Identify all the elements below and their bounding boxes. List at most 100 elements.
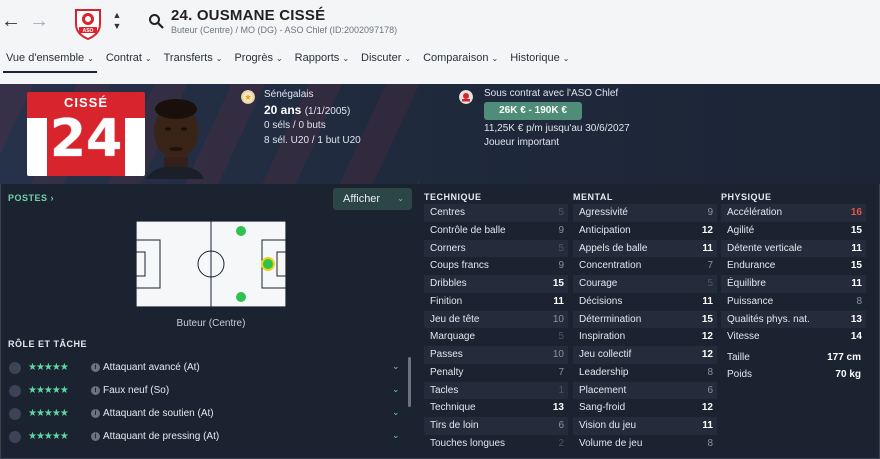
chevron-down-icon[interactable]: ⌄ xyxy=(392,361,400,372)
attribute-row[interactable]: Vitesse 14 xyxy=(721,328,866,346)
player-subtitle: Buteur (Centre) / MO (DG) - ASO Chlef (I… xyxy=(171,25,398,35)
attribute-row[interactable]: Détente verticale 11 xyxy=(721,239,866,258)
attribute-value: 8 xyxy=(707,437,713,449)
attribute-row[interactable]: Volume de jeu 8 xyxy=(573,435,717,453)
info-icon[interactable]: i xyxy=(91,363,100,372)
tab-reports[interactable]: Rapports ⌄ xyxy=(289,50,355,70)
role-name: Faux neuf (So) xyxy=(103,385,170,396)
info-icon[interactable]: i xyxy=(91,409,100,418)
attribute-row[interactable]: Endurance 15 xyxy=(721,257,866,275)
attribute-row[interactable]: Anticipation 12 xyxy=(573,222,717,240)
roles-scrollbar[interactable] xyxy=(408,357,411,407)
attribute-name: Endurance xyxy=(727,260,776,272)
attribute-row[interactable]: Agilité 15 xyxy=(721,222,866,240)
role-row[interactable]: ★★★★★ i Attaquant avancé (At) ⌄ xyxy=(0,357,406,380)
attribute-row[interactable]: Passes 10 xyxy=(424,346,568,364)
position-dot-st xyxy=(263,259,273,269)
attribute-row[interactable]: Équilibre 11 xyxy=(721,275,866,293)
attribute-row[interactable]: Finition 11 xyxy=(424,293,568,311)
forward-arrow-icon[interactable]: → xyxy=(28,8,50,34)
role-section-title: RÔLE ET TÂCHE xyxy=(8,339,88,349)
attribute-value: 15 xyxy=(552,278,564,289)
attribute-row[interactable]: Penalty 7 xyxy=(424,364,568,382)
role-row[interactable]: ★★★★★ i Attaquant de soutien (At) ⌄ xyxy=(0,403,406,426)
tab-transfers[interactable]: Transferts ⌄ xyxy=(158,50,229,70)
attribute-row[interactable]: Contrôle de balle 9 xyxy=(424,222,568,240)
role-row[interactable]: ★★★★★ i Faux neuf (So) ⌄ xyxy=(0,380,406,403)
player-name-title: 24. OUSMANE CISSÉ xyxy=(171,7,326,24)
role-radio[interactable] xyxy=(9,385,21,397)
attribute-row[interactable]: Dribbles 15 xyxy=(424,275,568,293)
player-switch-arrows[interactable]: ▲ ▼ xyxy=(110,10,124,34)
tab-discuss[interactable]: Discuter ⌄ xyxy=(355,50,417,70)
info-icon[interactable]: i xyxy=(91,432,100,441)
attribute-row[interactable]: Sang-froid 12 xyxy=(573,399,717,417)
role-radio[interactable] xyxy=(9,408,21,420)
shirt-number-card: CISSÉ 24 xyxy=(27,92,145,176)
role-row[interactable]: ★★★★★ i Attaquant de pressing (At) ⌄ xyxy=(0,426,406,449)
attribute-value: 11 xyxy=(851,278,862,289)
attribute-row[interactable]: Accélération 16 xyxy=(721,204,866,222)
role-radio[interactable] xyxy=(9,362,21,374)
search-icon[interactable] xyxy=(148,13,164,29)
value-range-badge[interactable]: 26K € - 190K € xyxy=(484,102,582,120)
attribute-row[interactable]: Appels de balle 11 xyxy=(573,239,717,258)
attribute-name: Jeu de tête xyxy=(430,313,480,325)
attribute-row[interactable]: Agressivité 9 xyxy=(573,204,717,222)
player-header: ← → ASO ▲ ▼ 24. OUSMANE CISSÉ Buteur (Ce… xyxy=(0,0,880,84)
info-icon[interactable]: i xyxy=(91,386,100,395)
chevron-down-icon: ⌄ xyxy=(562,54,570,63)
height-value: 177 cm xyxy=(827,352,861,363)
chevron-down-icon: ⌄ xyxy=(144,54,152,63)
attribute-row[interactable]: Qualités phys. nat. 13 xyxy=(721,310,866,329)
attribute-row[interactable]: Jeu de tête 10 xyxy=(424,310,568,329)
show-dropdown-button[interactable]: Afficher ⌄ xyxy=(333,188,412,210)
positions-link[interactable]: POSTES › xyxy=(8,193,54,203)
attribute-row[interactable]: Vision du jeu 11 xyxy=(573,417,717,435)
attribute-name: Finition xyxy=(430,295,463,307)
tab-history[interactable]: Historique ⌄ xyxy=(504,50,575,70)
tab-contract[interactable]: Contrat ⌄ xyxy=(100,50,158,70)
attribute-row[interactable]: Coups francs 9 xyxy=(424,257,568,275)
role-rating-stars: ★★★★★ xyxy=(28,408,69,419)
attribute-row[interactable]: Décisions 11 xyxy=(573,293,717,311)
tab-overview[interactable]: Vue d'ensemble ⌄ xyxy=(0,50,100,73)
attribute-name: Centres xyxy=(430,207,466,218)
attribute-row[interactable]: Technique 13 xyxy=(424,399,568,417)
attribute-value: 11 xyxy=(702,295,713,307)
attribute-row[interactable]: Concentration 7 xyxy=(573,257,717,275)
attribute-row[interactable]: Tirs de loin 6 xyxy=(424,417,568,435)
attribute-row[interactable]: Puissance 8 xyxy=(721,293,866,311)
height-row: Taille 177 cm xyxy=(727,352,861,363)
attribute-row[interactable]: Leadership 8 xyxy=(573,364,717,382)
chevron-up-icon[interactable]: ▲ xyxy=(110,10,124,21)
attribute-row[interactable]: Inspiration 12 xyxy=(573,328,717,346)
attribute-row[interactable]: Courage 5 xyxy=(573,275,717,293)
chevron-down-icon[interactable]: ⌄ xyxy=(392,384,400,395)
attribute-value: 13 xyxy=(850,313,862,325)
attribute-name: Accélération xyxy=(727,207,783,218)
tab-progress[interactable]: Progrès ⌄ xyxy=(228,50,288,70)
attribute-value: 5 xyxy=(558,242,564,254)
attribute-name: Technique xyxy=(430,402,476,414)
tab-comparison[interactable]: Comparaison ⌄ xyxy=(417,50,504,70)
chevron-down-icon[interactable]: ⌄ xyxy=(392,407,400,418)
physique-header: PHYSIQUE xyxy=(721,192,772,202)
role-radio[interactable] xyxy=(9,431,21,443)
squad-status: Joueur important xyxy=(484,137,560,148)
attribute-row[interactable]: Marquage 5 xyxy=(424,328,568,346)
attribute-row[interactable]: Centres 5 xyxy=(424,204,568,222)
chevron-down-icon[interactable]: ⌄ xyxy=(392,430,400,441)
attribute-value: 12 xyxy=(701,402,713,414)
attribute-row[interactable]: Jeu collectif 12 xyxy=(573,346,717,364)
attribute-row[interactable]: Touches longues 2 xyxy=(424,435,568,453)
back-arrow-icon[interactable]: ← xyxy=(0,8,22,34)
attribute-row[interactable]: Corners 5 xyxy=(424,239,568,258)
club-crest-icon[interactable]: ASO xyxy=(72,6,104,40)
chevron-down-icon[interactable]: ▼ xyxy=(110,21,124,32)
attribute-row[interactable]: Détermination 15 xyxy=(573,310,717,329)
attribute-row[interactable]: Tacles 1 xyxy=(424,381,568,400)
attribute-row[interactable]: Placement 6 xyxy=(573,381,717,400)
attribute-value: 15 xyxy=(701,313,713,325)
youth-caps: 8 sél. U20 / 1 but U20 xyxy=(264,135,361,146)
